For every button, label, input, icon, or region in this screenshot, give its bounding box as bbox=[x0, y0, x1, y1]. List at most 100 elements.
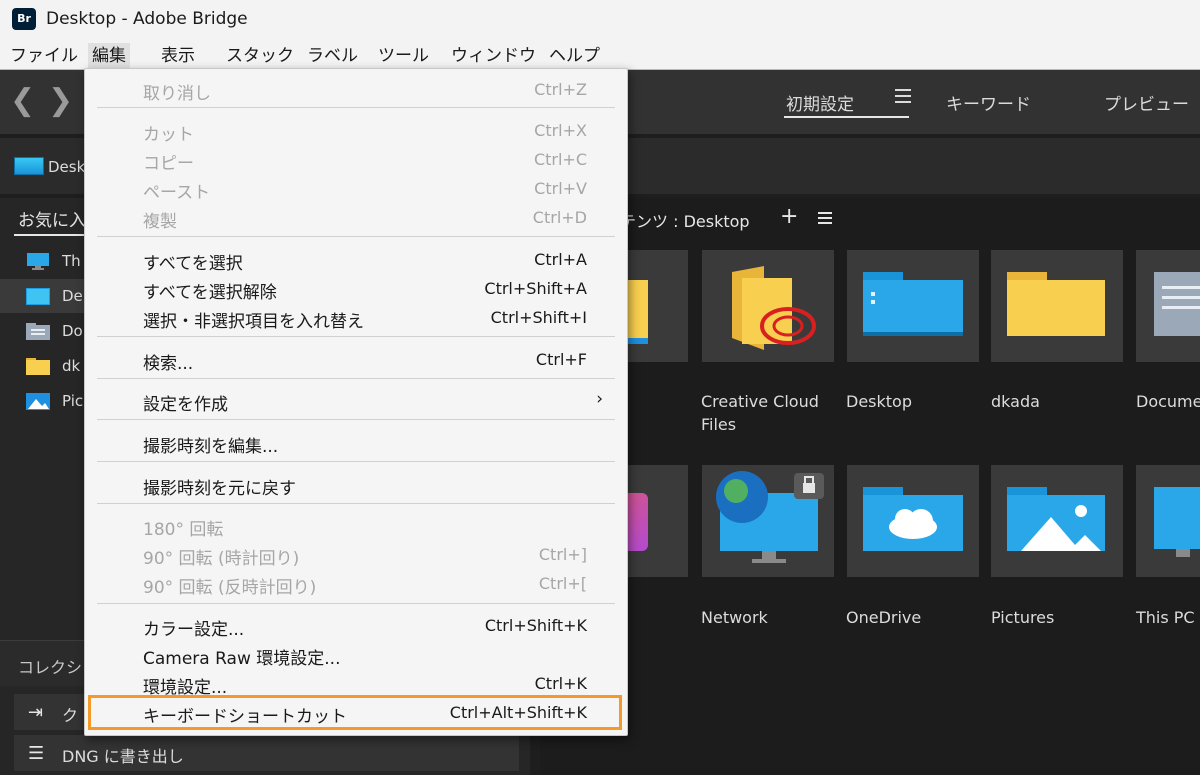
thumbnail[interactable] bbox=[702, 465, 834, 577]
menu-item-edit-capture-time[interactable]: 撮影時刻を編集... bbox=[85, 428, 629, 457]
menu-separator bbox=[97, 336, 615, 337]
menu-separator bbox=[97, 461, 615, 462]
workspace-tab-keywords[interactable]: キーワード bbox=[946, 90, 1031, 115]
menu-item-shortcut: Ctrl+] bbox=[538, 545, 587, 564]
favorite-label: Th bbox=[62, 252, 81, 270]
content-title: テンツ : Desktop bbox=[620, 212, 750, 231]
menu-item-camera-raw-preferences[interactable]: Camera Raw 環境設定... bbox=[85, 640, 629, 669]
workspace-tab-preview[interactable]: プレビュー bbox=[1104, 90, 1189, 115]
folder-icon bbox=[1007, 272, 1105, 336]
menu-item-color-settings[interactable]: カラー設定... Ctrl+Shift+K bbox=[85, 611, 629, 640]
menu-item-shortcut: Ctrl+V bbox=[534, 179, 587, 198]
creative-cloud-folder-icon bbox=[732, 266, 816, 350]
documents-icon bbox=[26, 323, 50, 340]
chevron-right-icon[interactable]: ❯ bbox=[48, 86, 73, 116]
workspace-menu-icon[interactable] bbox=[895, 89, 911, 103]
menu-item-label: 撮影時刻を編集... bbox=[143, 437, 279, 457]
network-icon bbox=[716, 471, 824, 563]
menu-label[interactable]: ラベル bbox=[303, 43, 362, 69]
collection-label: ク bbox=[62, 706, 79, 725]
menu-item-label: カラー設定... bbox=[143, 620, 245, 640]
menu-item-label: 180° 回転 bbox=[143, 520, 224, 540]
menu-help[interactable]: ヘルプ bbox=[545, 43, 604, 69]
menu-item-shortcut: Ctrl+F bbox=[535, 350, 587, 369]
menu-item-find[interactable]: 検索... Ctrl+F bbox=[85, 345, 629, 374]
thumbnail[interactable] bbox=[847, 250, 979, 362]
thumbnail-label: Docume bbox=[1136, 392, 1200, 411]
menu-item-rotate-180[interactable]: 180° 回転 bbox=[85, 511, 629, 540]
computer-icon bbox=[27, 253, 49, 270]
documents-icon bbox=[1154, 272, 1200, 336]
edit-menu-dropdown: 取り消し Ctrl+Z カット Ctrl+X コピー Ctrl+C ペースト C… bbox=[84, 68, 628, 736]
menu-bar: ファイル 編集 表示 スタック ラベル ツール ウィンドウ ヘルプ bbox=[0, 40, 1200, 70]
menu-separator bbox=[97, 503, 615, 504]
desktop-folder-icon bbox=[863, 272, 963, 336]
chevron-left-icon[interactable]: ❮ bbox=[10, 86, 35, 116]
thumbnail-label: Creative Cloud Files bbox=[701, 392, 819, 434]
menu-item-deselect-all[interactable]: すべてを選択解除 Ctrl+Shift+A bbox=[85, 274, 629, 303]
thumbnail-label: Pictures bbox=[991, 608, 1055, 627]
menu-item-develop-settings[interactable]: 設定を作成 › bbox=[85, 386, 629, 415]
menu-item-duplicate[interactable]: 複製 Ctrl+D bbox=[85, 203, 629, 232]
menu-item-rotate-cw[interactable]: 90° 回転 (時計回り) Ctrl+] bbox=[85, 540, 629, 569]
menu-item-label: 設定を作成 bbox=[143, 395, 228, 415]
menu-item-paste[interactable]: ペースト Ctrl+V bbox=[85, 174, 629, 203]
menu-item-revert-capture-time[interactable]: 撮影時刻を元に戻す bbox=[85, 470, 629, 499]
tab-collections[interactable]: コレクシ bbox=[18, 654, 82, 678]
thumbnail[interactable] bbox=[991, 250, 1123, 362]
menu-item-preferences[interactable]: 環境設定... Ctrl+K bbox=[85, 669, 629, 698]
thumbnail-partial[interactable] bbox=[1136, 250, 1200, 362]
menu-item-label: 90° 回転 (時計回り) bbox=[143, 549, 300, 569]
thumbnail-label: Network bbox=[701, 608, 768, 627]
collection-item[interactable]: ☰ DNG に書き出し bbox=[14, 735, 519, 771]
menu-item-shortcut: Ctrl+Shift+I bbox=[490, 308, 587, 327]
path-breadcrumb[interactable]: Desk bbox=[48, 158, 85, 176]
menu-item-cut[interactable]: カット Ctrl+X bbox=[85, 116, 629, 145]
this-pc-icon bbox=[1154, 487, 1200, 557]
menu-window[interactable]: ウィンドウ bbox=[447, 43, 540, 69]
favorite-label: Do bbox=[62, 322, 83, 340]
menu-separator bbox=[97, 419, 615, 420]
thumbnail-label: Desktop bbox=[846, 392, 912, 411]
content-panel: テンツ : Desktop + Creative Cloud Files Des… bbox=[540, 198, 1200, 775]
adobe-bridge-logo: Br bbox=[12, 8, 36, 30]
workspace-tab-default[interactable]: 初期設定 bbox=[786, 90, 854, 115]
menu-item-label: Camera Raw 環境設定... bbox=[143, 649, 341, 669]
favorite-label: Pic bbox=[62, 392, 84, 410]
menu-item-label: ペースト bbox=[143, 183, 211, 203]
thumbnail[interactable] bbox=[847, 465, 979, 577]
menu-view[interactable]: 表示 bbox=[157, 43, 199, 69]
thumbnail-label: OneDrive bbox=[846, 608, 922, 627]
menu-stack[interactable]: スタック bbox=[222, 43, 298, 69]
export-icon: ⇥ bbox=[28, 702, 44, 723]
desktop-icon bbox=[26, 288, 50, 305]
thumbnail[interactable] bbox=[702, 250, 834, 362]
tab-favorites[interactable]: お気に入 bbox=[18, 206, 86, 231]
window-title: Desktop - Adobe Bridge bbox=[46, 9, 248, 29]
pictures-icon bbox=[1007, 487, 1105, 551]
menu-item-label: カット bbox=[143, 125, 194, 145]
thumbnail-label: This PC bbox=[1136, 608, 1195, 627]
add-tab-icon[interactable]: + bbox=[780, 204, 798, 229]
menu-item-shortcut: Ctrl+Z bbox=[534, 80, 587, 99]
thumbnail-partial[interactable] bbox=[1136, 465, 1200, 577]
highlight-annotation-box bbox=[88, 695, 622, 730]
menu-separator bbox=[97, 603, 615, 604]
menu-item-undo[interactable]: 取り消し Ctrl+Z bbox=[85, 75, 629, 104]
menu-file[interactable]: ファイル bbox=[6, 43, 82, 69]
menu-item-label: すべてを選択 bbox=[143, 254, 243, 274]
thumbnail[interactable] bbox=[991, 465, 1123, 577]
menu-tools[interactable]: ツール bbox=[374, 43, 433, 69]
menu-item-shortcut: Ctrl+Shift+A bbox=[484, 279, 587, 298]
menu-separator bbox=[97, 107, 615, 108]
active-workspace-underline bbox=[784, 116, 909, 118]
menu-separator bbox=[97, 378, 615, 379]
menu-item-label: 取り消し bbox=[143, 84, 211, 104]
content-header: テンツ : Desktop + bbox=[540, 198, 1200, 238]
menu-item-copy[interactable]: コピー Ctrl+C bbox=[85, 145, 629, 174]
menu-item-invert-selection[interactable]: 選択・非選択項目を入れ替え Ctrl+Shift+I bbox=[85, 303, 629, 332]
menu-item-rotate-ccw[interactable]: 90° 回転 (反時計回り) Ctrl+[ bbox=[85, 569, 629, 598]
menu-edit[interactable]: 編集 bbox=[88, 43, 130, 69]
menu-item-select-all[interactable]: すべてを選択 Ctrl+A bbox=[85, 245, 629, 274]
content-menu-icon[interactable] bbox=[818, 212, 832, 224]
